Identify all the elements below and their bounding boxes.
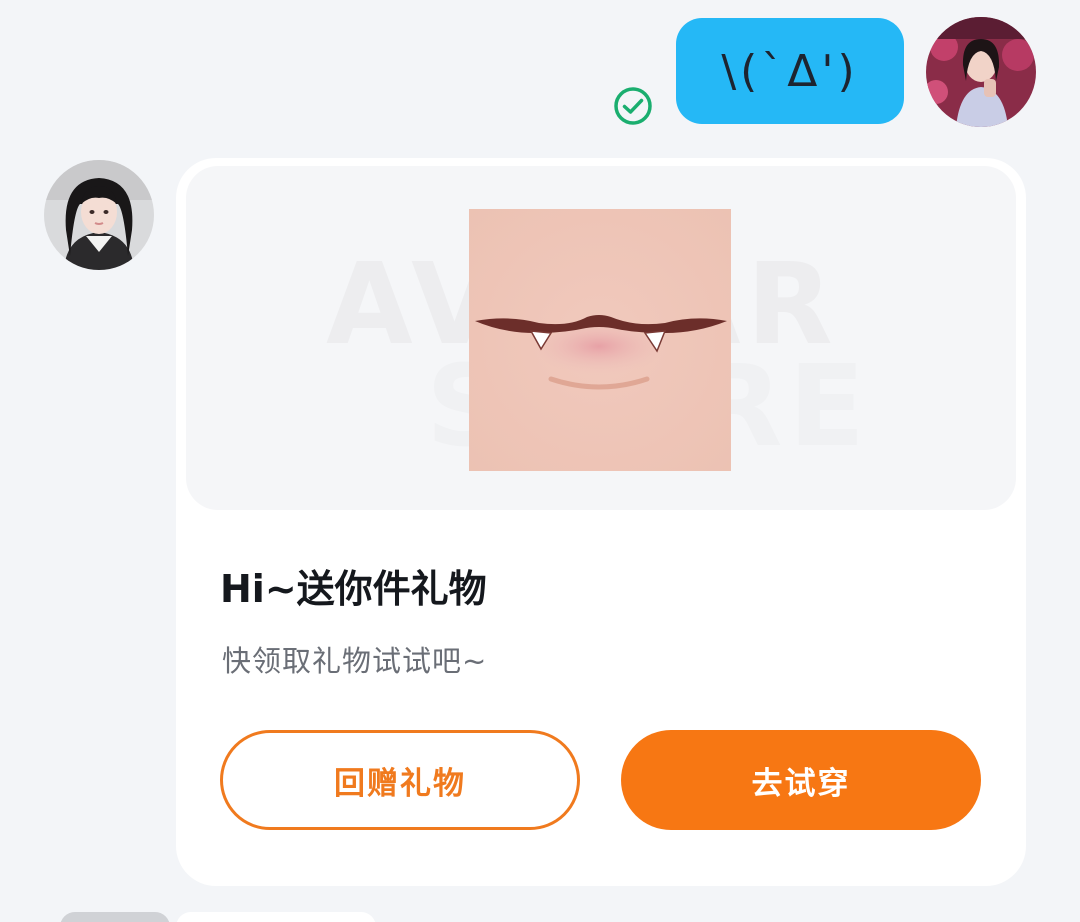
gift-card[interactable]: AVATAR STORE xyxy=(176,158,1026,886)
outgoing-message-text: \(`Δ') xyxy=(721,45,859,97)
gift-card-title: Hi~送你件礼物 xyxy=(220,567,487,611)
next-message-bubble xyxy=(176,912,376,922)
gift-card-subtitle: 快领取礼物试试吧~ xyxy=(222,644,488,678)
check-circle-icon xyxy=(614,87,652,125)
try-on-button[interactable]: 去试穿 xyxy=(621,730,981,830)
gift-preview: AVATAR STORE xyxy=(186,166,1016,510)
next-message-avatar xyxy=(60,912,170,922)
outgoing-message-bubble[interactable]: \(`Δ') xyxy=(676,18,904,124)
return-gift-button[interactable]: 回赠礼物 xyxy=(220,730,580,830)
peer-avatar[interactable] xyxy=(44,160,154,270)
chat-screen: \(`Δ') AVATAR xyxy=(0,0,1080,922)
my-avatar[interactable] xyxy=(926,17,1036,127)
gift-item-image xyxy=(469,209,731,471)
